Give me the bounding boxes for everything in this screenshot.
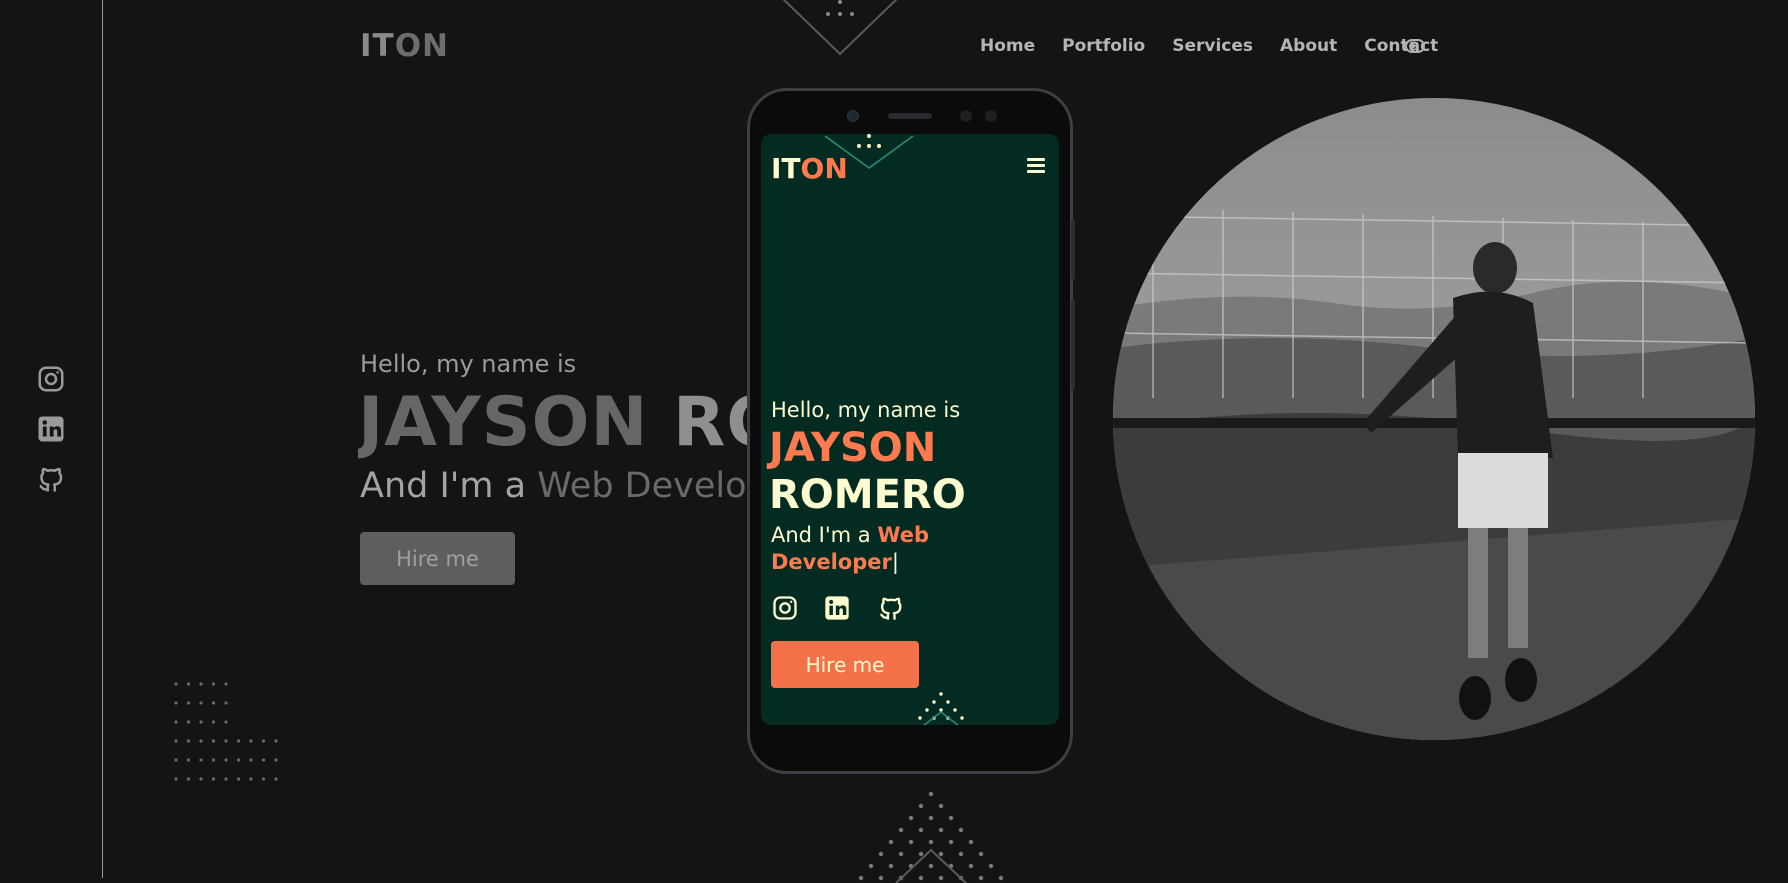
github-icon[interactable]	[877, 594, 905, 622]
logo-part-2: ON	[394, 28, 449, 64]
mobile-first-name: JAYSON	[769, 425, 937, 471]
nav-about[interactable]: About	[1280, 36, 1337, 56]
diamond-decoration	[782, 0, 898, 56]
phone-sensor	[985, 110, 997, 122]
dots-decoration	[918, 692, 964, 725]
mobile-screen: ITON Hello, my name is JAYSON ROMERO And…	[761, 134, 1059, 725]
phone-camera	[847, 110, 859, 122]
mobile-logo-part-2: ON	[800, 152, 848, 185]
mobile-role-highlight-2: Developer	[771, 550, 892, 574]
main-nav: Home Portfolio Services About Contact	[980, 36, 1438, 56]
mobile-last-name: ROMERO	[769, 472, 966, 518]
site-logo[interactable]: ITON	[360, 28, 449, 64]
nav-home[interactable]: Home	[980, 36, 1035, 56]
hero-role: And I'm a Web Developer	[360, 466, 750, 506]
hero-first-name: JAYSON	[358, 383, 649, 462]
instagram-icon[interactable]	[771, 594, 799, 622]
phone-sensor	[960, 110, 972, 122]
mobile-role-line-2: Developer|	[771, 550, 899, 574]
logo-part-1: IT	[360, 28, 395, 64]
mobile-role-prefix: And I'm a	[771, 523, 871, 547]
hero-role-highlight: Web Developer	[537, 466, 750, 506]
mobile-greeting: Hello, my name is	[771, 398, 961, 422]
hero-last-name: ROMERO	[673, 383, 748, 462]
linkedin-icon[interactable]	[823, 594, 851, 622]
mobile-logo-part-1: IT	[771, 152, 801, 185]
dots-decoration	[174, 682, 278, 781]
hamburger-icon[interactable]	[1027, 158, 1045, 174]
typing-cursor: |	[891, 550, 899, 574]
hero-name: JAYSON ROMERO	[358, 383, 748, 462]
linkedin-icon[interactable]	[36, 414, 66, 444]
github-icon[interactable]	[36, 464, 66, 494]
phone-button	[1071, 300, 1075, 390]
nav-contact[interactable]: Contact	[1364, 36, 1438, 56]
mobile-hire-me-button[interactable]: Hire me	[771, 641, 919, 688]
phone-button	[1071, 220, 1075, 280]
mobile-logo[interactable]: ITON	[771, 152, 848, 185]
toggle-icon[interactable]	[1405, 39, 1425, 53]
instagram-icon[interactable]	[36, 364, 66, 394]
nav-services[interactable]: Services	[1172, 36, 1253, 56]
mobile-role-line-1: And I'm a Web	[771, 523, 929, 547]
hire-me-button[interactable]: Hire me	[360, 532, 515, 585]
side-divider	[102, 0, 103, 878]
hero-role-prefix: And I'm a	[360, 466, 527, 506]
mobile-role-highlight: Web	[877, 523, 930, 547]
hero-greeting: Hello, my name is	[360, 350, 577, 378]
dots-decoration-bottom	[858, 791, 1004, 883]
phone-speaker	[888, 113, 932, 119]
nav-portfolio[interactable]: Portfolio	[1062, 36, 1145, 56]
profile-photo	[1113, 98, 1755, 740]
